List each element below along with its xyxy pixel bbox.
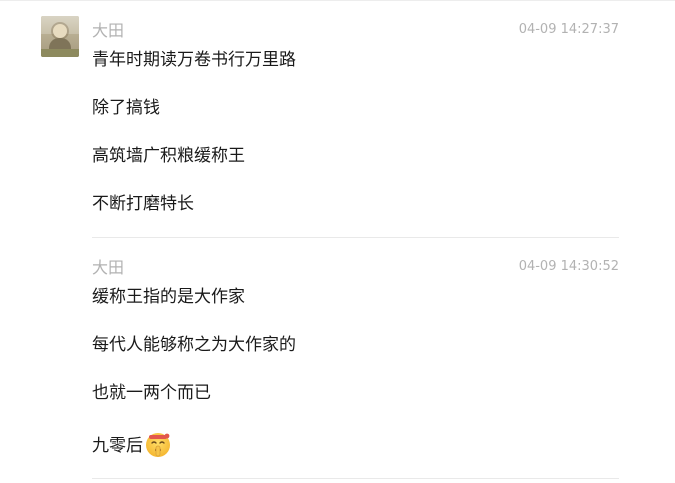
- top-divider: [0, 0, 675, 1]
- message-divider: [92, 478, 619, 479]
- avatar-ground: [41, 49, 79, 57]
- message-line-with-emoji: 九零后: [92, 430, 172, 458]
- sender-avatar[interactable]: [41, 16, 79, 57]
- message-line: 除了搞钱: [92, 98, 160, 118]
- message-timestamp: 04-09 14:30:52: [518, 259, 619, 274]
- message-divider: [92, 237, 619, 238]
- sender-name[interactable]: 大田: [92, 258, 124, 278]
- message-line: 高筑墙广积粮缓称王: [92, 146, 245, 166]
- message-line: 不断打磨特长: [92, 194, 194, 214]
- message-timestamp: 04-09 14:27:37: [518, 22, 619, 37]
- shushing-face-emoji: [144, 430, 172, 458]
- avatar-head: [53, 24, 67, 38]
- message-line: 缓称王指的是大作家: [92, 287, 245, 307]
- message-line: 青年时期读万卷书行万里路: [92, 50, 296, 70]
- message-line: 每代人能够称之为大作家的: [92, 335, 296, 355]
- message-line: 也就一两个而已: [92, 383, 211, 403]
- sender-name[interactable]: 大田: [92, 21, 124, 41]
- message-text: 九零后: [92, 436, 143, 456]
